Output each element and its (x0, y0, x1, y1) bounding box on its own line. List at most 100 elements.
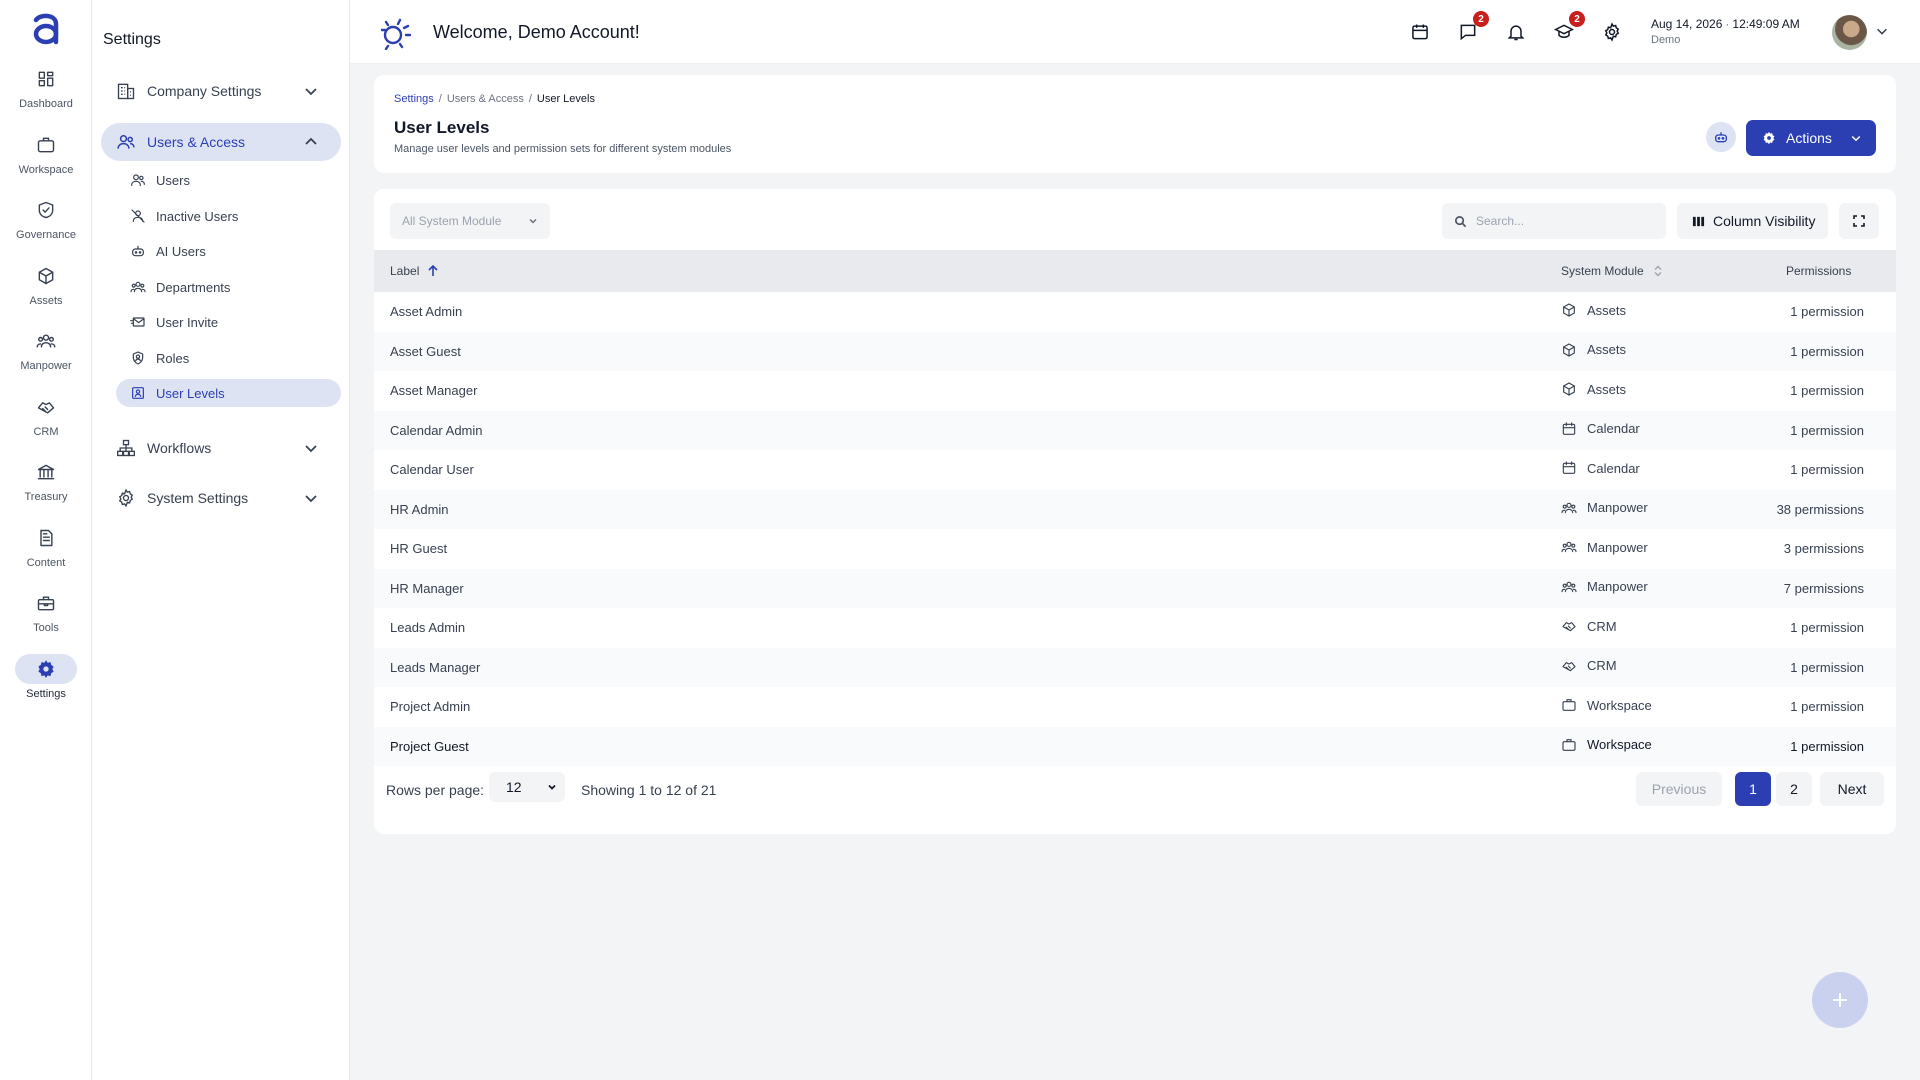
next-page-button[interactable]: Next (1820, 772, 1884, 806)
table-header: Label System Module Permissions (374, 250, 1896, 292)
main-nav-rail: Dashboard Workspace Governance Assets Manpow… (0, 0, 92, 1080)
nav-item-dashboard[interactable]: Dashboard (0, 64, 92, 122)
sidebar-group-company-settings[interactable]: Company Settings (101, 72, 341, 110)
sidebar-item-departments[interactable]: Departments (116, 273, 341, 301)
sidebar-group-users-access[interactable]: Users & Access (101, 123, 341, 161)
sidebar-item-inactive-users[interactable]: Inactive Users (116, 202, 341, 230)
nav-item-workspace[interactable]: Workspace (0, 130, 92, 188)
nav-label: Tools (33, 622, 59, 634)
briefcase-icon (37, 137, 55, 153)
column-label: Label (390, 264, 420, 278)
search-input[interactable] (1476, 214, 1646, 228)
nav-item-governance[interactable]: Governance (0, 195, 92, 253)
nav-label: Content (26, 557, 66, 569)
pagination-bar: Rows per page: 12 Showing 1 to 12 of 21 … (374, 759, 1896, 819)
table-row[interactable]: HR Manager Manpower 7 permissions (374, 568, 1896, 608)
bell-icon (1507, 25, 1525, 41)
row-label: Asset Admin (390, 304, 463, 319)
module-name: CRM (1587, 618, 1617, 634)
module-name: Calendar (1587, 460, 1640, 476)
page-button-2[interactable]: 2 (1776, 772, 1812, 806)
page-button-1[interactable]: 1 (1735, 772, 1771, 806)
nav-item-settings[interactable]: Settings (0, 654, 92, 712)
module-name: Manpower (1587, 539, 1648, 555)
column-visibility-button[interactable]: Column Visibility (1677, 203, 1828, 239)
nav-item-treasury[interactable]: Treasury (0, 457, 92, 515)
fullscreen-button[interactable] (1839, 203, 1879, 239)
table-row[interactable]: Asset Manager Assets 1 permission (374, 371, 1896, 411)
nav-icon-wrap (15, 588, 77, 618)
gear-icon (1604, 22, 1620, 42)
nav-label: Assets (29, 295, 63, 307)
breadcrumb-settings[interactable]: Settings (394, 93, 434, 105)
table-row[interactable]: Project Admin Workspace 1 permission (374, 687, 1896, 727)
learning-button[interactable]: 2 (1552, 11, 1585, 44)
filter-label: All System Module (402, 214, 502, 228)
sidebar-item-user-invite[interactable]: User Invite (116, 308, 341, 336)
row-system-module: Manpower (1561, 539, 1648, 555)
table-row[interactable]: Calendar Admin Calendar 1 permission (374, 410, 1896, 450)
sidebar-group-workflows[interactable]: Workflows (101, 429, 341, 467)
row-system-module: Assets (1561, 302, 1626, 318)
nav-item-tools[interactable]: Tools (0, 588, 92, 646)
nav-item-content[interactable]: Content (0, 523, 92, 581)
id-card-icon (132, 387, 144, 399)
nav-item-assets[interactable]: Assets (0, 261, 92, 319)
ai-assistant-button[interactable] (1706, 122, 1736, 152)
avatar[interactable] (1832, 15, 1867, 50)
app-logo[interactable] (30, 12, 62, 48)
actions-button[interactable]: Actions (1746, 120, 1876, 156)
search-field (1442, 203, 1666, 239)
calendar-button[interactable] (1408, 20, 1432, 44)
row-label: HR Guest (390, 541, 448, 556)
breadcrumb-users-access[interactable]: Users & Access (447, 93, 524, 105)
sidebar-title: Settings (103, 31, 161, 48)
sidebar-item-user-levels[interactable]: User Levels (116, 379, 341, 407)
calendar-icon (1412, 24, 1428, 40)
table-row[interactable]: Asset Guest Assets 1 permission (374, 331, 1896, 371)
previous-page-button[interactable]: Previous (1636, 772, 1722, 806)
top-bar: Welcome, Demo Account! 2 2 Aug 14, 2026 ·… (350, 0, 1920, 64)
dashboard-icon (38, 71, 54, 87)
settings-button[interactable] (1600, 20, 1624, 44)
row-permissions: 1 permission (1790, 304, 1864, 319)
sidebar-group-label: Users & Access (147, 134, 246, 150)
nav-label: CRM (33, 426, 59, 438)
row-system-module: Workspace (1561, 697, 1652, 713)
nav-item-crm[interactable]: CRM (0, 392, 92, 450)
briefcase-icon (1562, 738, 1576, 751)
table-row[interactable]: HR Admin Manpower 38 permissions (374, 489, 1896, 529)
table-row[interactable]: Leads Admin CRM 1 permission (374, 608, 1896, 648)
table-row[interactable]: Leads Manager CRM 1 permission (374, 647, 1896, 687)
sidebar-item-ai-users[interactable]: AI Users (116, 237, 341, 265)
sidebar-item-users[interactable]: Users (116, 166, 341, 194)
sidebar-group-label: Workflows (147, 440, 212, 456)
chevron-down-icon (529, 218, 537, 224)
table-row[interactable]: Asset Admin Assets 1 permission (374, 292, 1896, 332)
rows-per-page-select[interactable]: 12 (489, 772, 565, 802)
row-permissions: 1 permission (1790, 659, 1864, 675)
nav-item-manpower[interactable]: Manpower (0, 326, 92, 384)
add-fab-button[interactable] (1812, 972, 1868, 1028)
fullscreen-icon (1853, 215, 1865, 227)
row-system-module: CRM (1561, 618, 1617, 634)
sidebar-item-label: Departments (156, 279, 231, 295)
column-header-system-module[interactable]: System Module (1561, 264, 1664, 278)
shield-check-icon (38, 201, 54, 219)
gear-icon (1763, 131, 1775, 145)
column-header-label[interactable]: Label (390, 264, 439, 278)
chevron-down-icon[interactable] (1875, 24, 1889, 38)
sidebar-group-system-settings[interactable]: System Settings (101, 479, 341, 517)
system-module-filter[interactable]: All System Module (390, 203, 550, 239)
people-icon (1561, 502, 1577, 513)
module-name: Workspace (1587, 697, 1652, 713)
sidebar-item-label: Inactive Users (156, 208, 239, 224)
table-row[interactable]: HR Guest Manpower 3 permissions (374, 529, 1896, 569)
sidebar-item-roles[interactable]: Roles (116, 344, 341, 372)
row-system-module: Manpower (1561, 500, 1648, 516)
module-name: Manpower (1587, 579, 1648, 594)
gear-icon (115, 487, 137, 509)
messages-button[interactable]: 2 (1456, 11, 1489, 44)
notifications-button[interactable] (1504, 20, 1528, 44)
table-row[interactable]: Calendar User Calendar 1 permission (374, 450, 1896, 490)
